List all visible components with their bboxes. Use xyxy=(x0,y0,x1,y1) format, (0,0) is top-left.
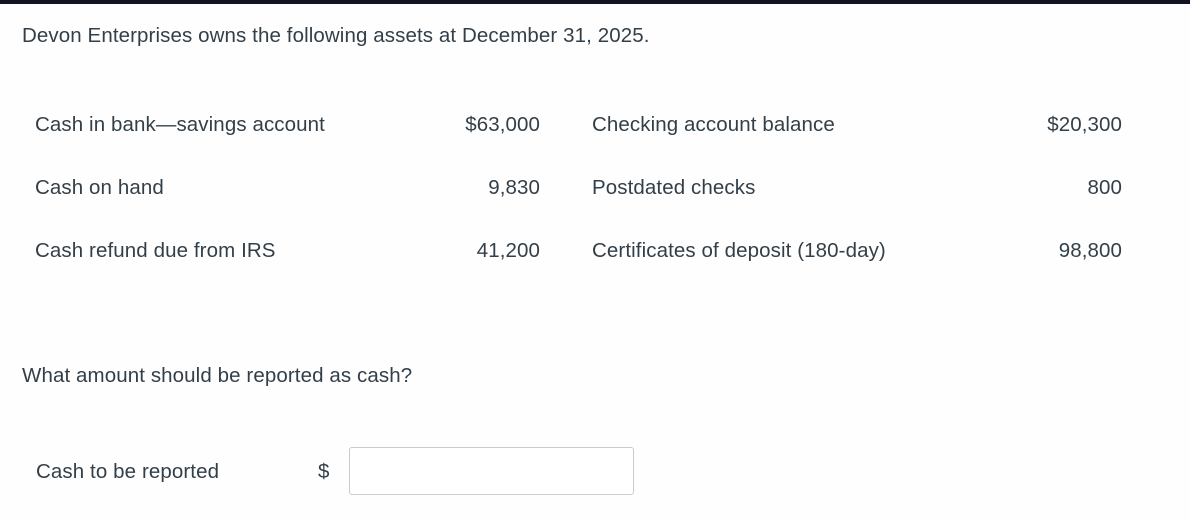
asset-label-left: Cash refund due from IRS xyxy=(35,239,276,262)
asset-value-right: $20,300 xyxy=(1047,113,1122,136)
assets-table: Cash in bank—savings account $63,000 Che… xyxy=(0,104,1190,293)
answer-label: Cash to be reported xyxy=(36,460,220,483)
question-page: Devon Enterprises owns the following ass… xyxy=(0,4,1190,522)
asset-value-left: $63,000 xyxy=(465,113,540,136)
asset-value-right: 800 xyxy=(1087,176,1122,199)
asset-label-right: Certificates of deposit (180-day) xyxy=(592,239,886,262)
asset-value-left: 41,200 xyxy=(476,239,540,262)
cash-to-be-reported-input[interactable] xyxy=(349,447,634,495)
asset-value-left: 9,830 xyxy=(488,176,540,199)
question-text: What amount should be reported as cash? xyxy=(22,364,413,387)
asset-value-right: 98,800 xyxy=(1058,239,1122,262)
table-row: Cash on hand 9,830 Postdated checks 800 xyxy=(0,167,1190,230)
asset-label-left: Cash in bank—savings account xyxy=(35,113,325,136)
currency-symbol: $ xyxy=(318,460,330,483)
answer-row: Cash to be reported $ xyxy=(0,447,1190,499)
table-row: Cash refund due from IRS 41,200 Certific… xyxy=(0,230,1190,293)
table-row: Cash in bank—savings account $63,000 Che… xyxy=(0,104,1190,167)
asset-label-right: Postdated checks xyxy=(592,176,756,199)
asset-label-right: Checking account balance xyxy=(592,113,835,136)
page-prompt: Devon Enterprises owns the following ass… xyxy=(22,24,650,47)
asset-label-left: Cash on hand xyxy=(35,176,164,199)
